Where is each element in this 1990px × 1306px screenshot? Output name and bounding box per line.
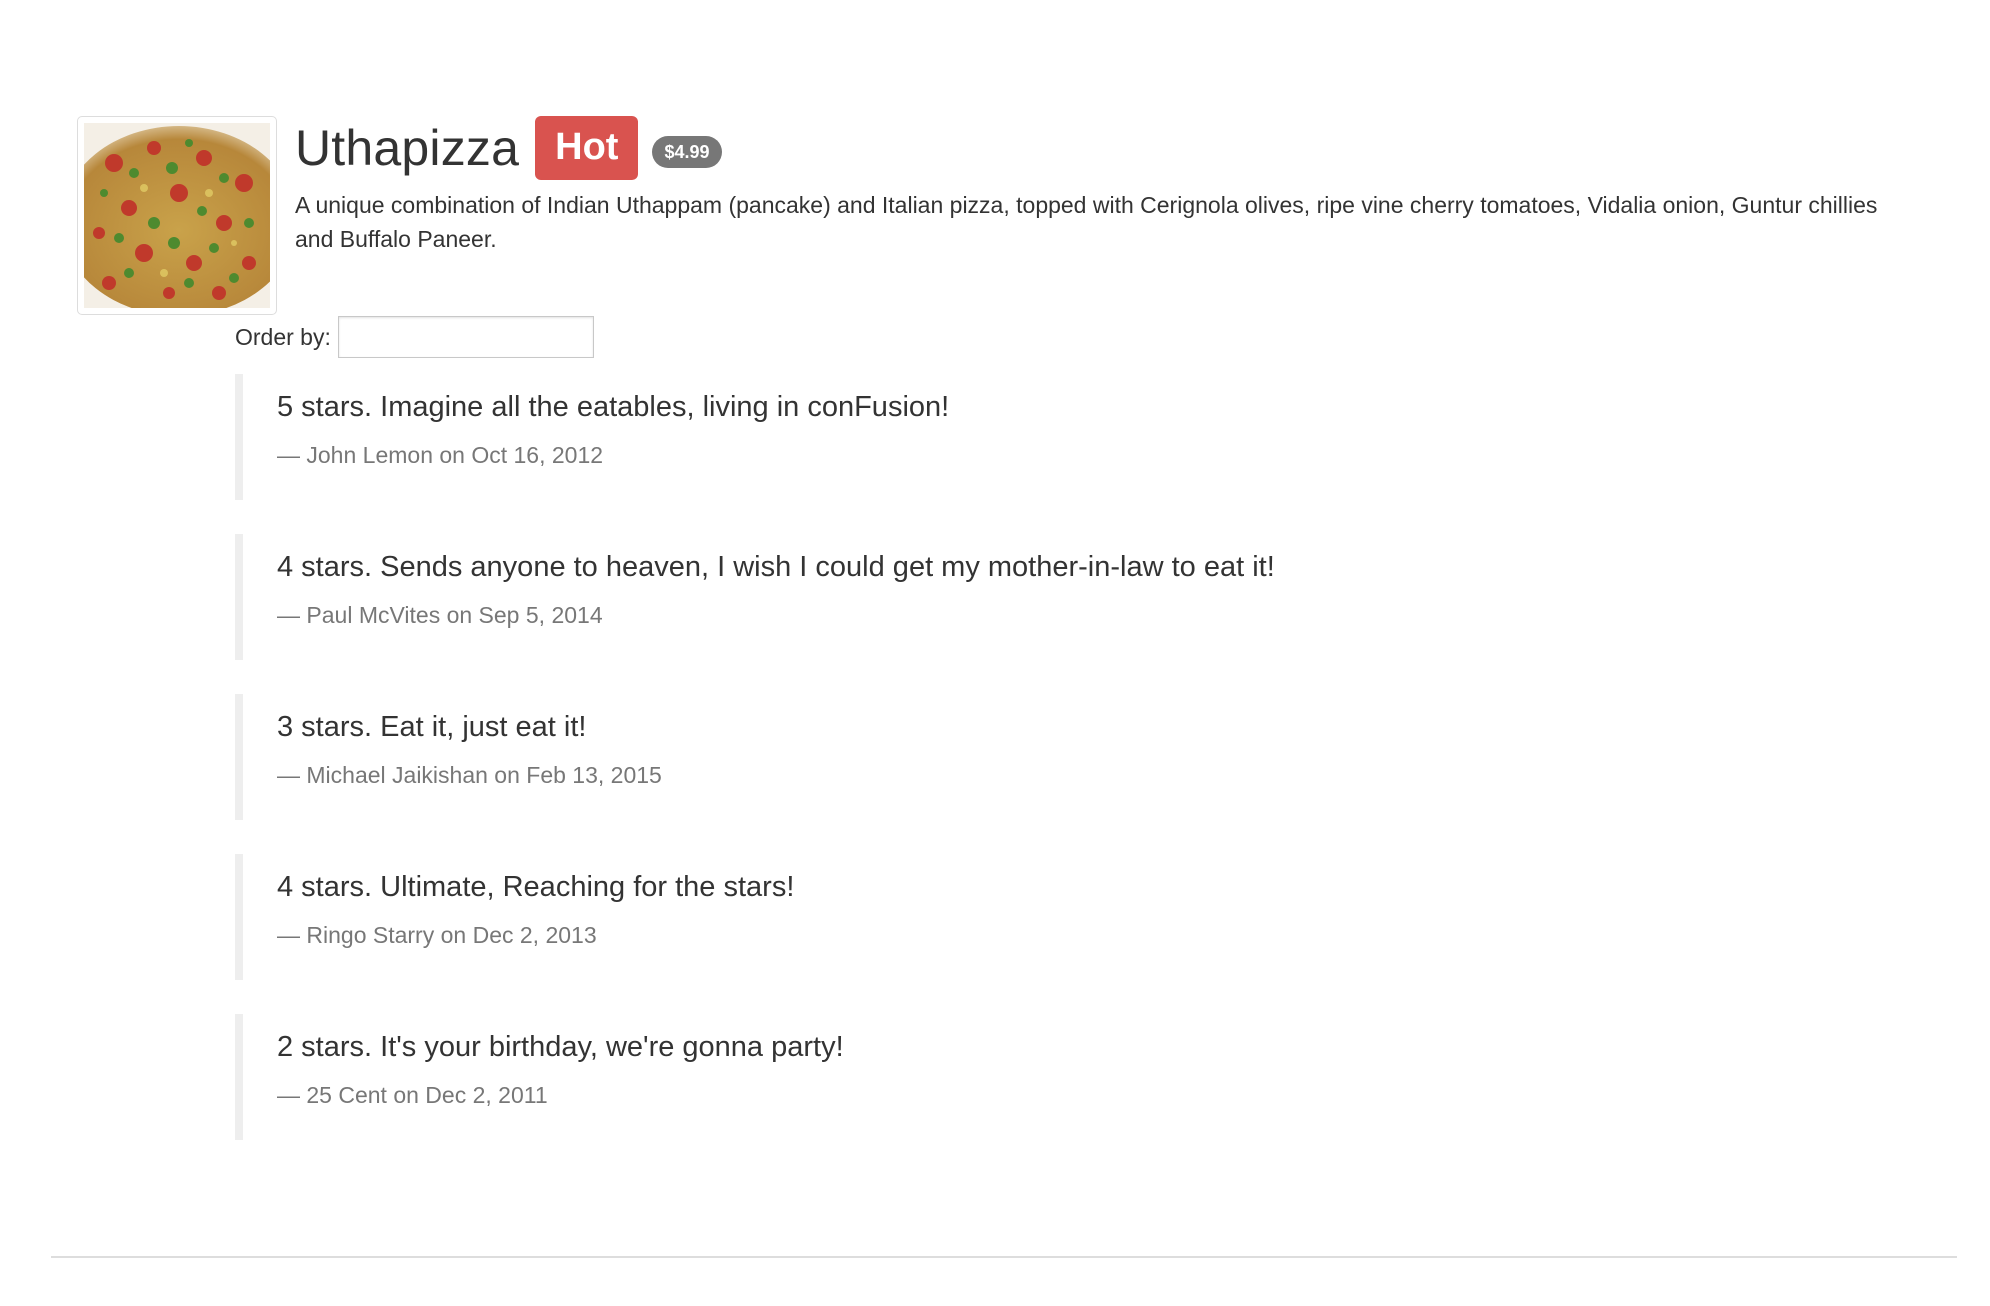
comment-item: 5 stars. Imagine all the eatables, livin… bbox=[235, 374, 1835, 500]
page: Uthapizza Hot $4.99 A unique combination… bbox=[0, 0, 1990, 1306]
hot-label: Hot bbox=[535, 116, 639, 180]
order-by-label: Order by: bbox=[235, 323, 331, 350]
comment-item: 3 stars. Eat it, just eat it! — Michael … bbox=[235, 694, 1835, 820]
dish-image bbox=[84, 123, 270, 308]
comment-item: 4 stars. Sends anyone to heaven, I wish … bbox=[235, 534, 1835, 660]
comment-footer: — John Lemon on Oct 16, 2012 bbox=[277, 442, 604, 468]
footer-divider bbox=[51, 1256, 1957, 1258]
comment-footer: — 25 Cent on Dec 2, 2011 bbox=[277, 1082, 548, 1108]
comment-list: 5 stars. Imagine all the eatables, livin… bbox=[235, 374, 1835, 1174]
dish-thumbnail[interactable] bbox=[77, 116, 277, 315]
comment-item: 2 stars. It's your birthday, we're gonna… bbox=[235, 1014, 1835, 1140]
order-by-input[interactable] bbox=[337, 316, 594, 358]
dish-description: A unique combination of Indian Uthappam … bbox=[295, 192, 1878, 252]
comment-footer: — Paul McVites on Sep 5, 2014 bbox=[277, 602, 603, 628]
order-by-row: Order by: bbox=[235, 316, 594, 358]
dish-details: Uthapizza Hot $4.99 A unique combination… bbox=[295, 116, 1915, 256]
comment-item: 4 stars. Ultimate, Reaching for the star… bbox=[235, 854, 1835, 980]
comment-text: 4 stars. Ultimate, Reaching for the star… bbox=[277, 871, 795, 903]
comment-footer: — Ringo Starry on Dec 2, 2013 bbox=[277, 922, 597, 948]
price-badge: $4.99 bbox=[652, 136, 722, 168]
comment-footer: — Michael Jaikishan on Feb 13, 2015 bbox=[277, 762, 662, 788]
comment-text: 3 stars. Eat it, just eat it! bbox=[277, 711, 587, 743]
dish-name: Uthapizza bbox=[295, 120, 520, 176]
comment-text: 5 stars. Imagine all the eatables, livin… bbox=[277, 391, 950, 423]
comment-text: 4 stars. Sends anyone to heaven, I wish … bbox=[277, 551, 1275, 583]
comment-text: 2 stars. It's your birthday, we're gonna… bbox=[277, 1031, 844, 1063]
dish-heading: Uthapizza Hot $4.99 bbox=[295, 116, 1915, 180]
